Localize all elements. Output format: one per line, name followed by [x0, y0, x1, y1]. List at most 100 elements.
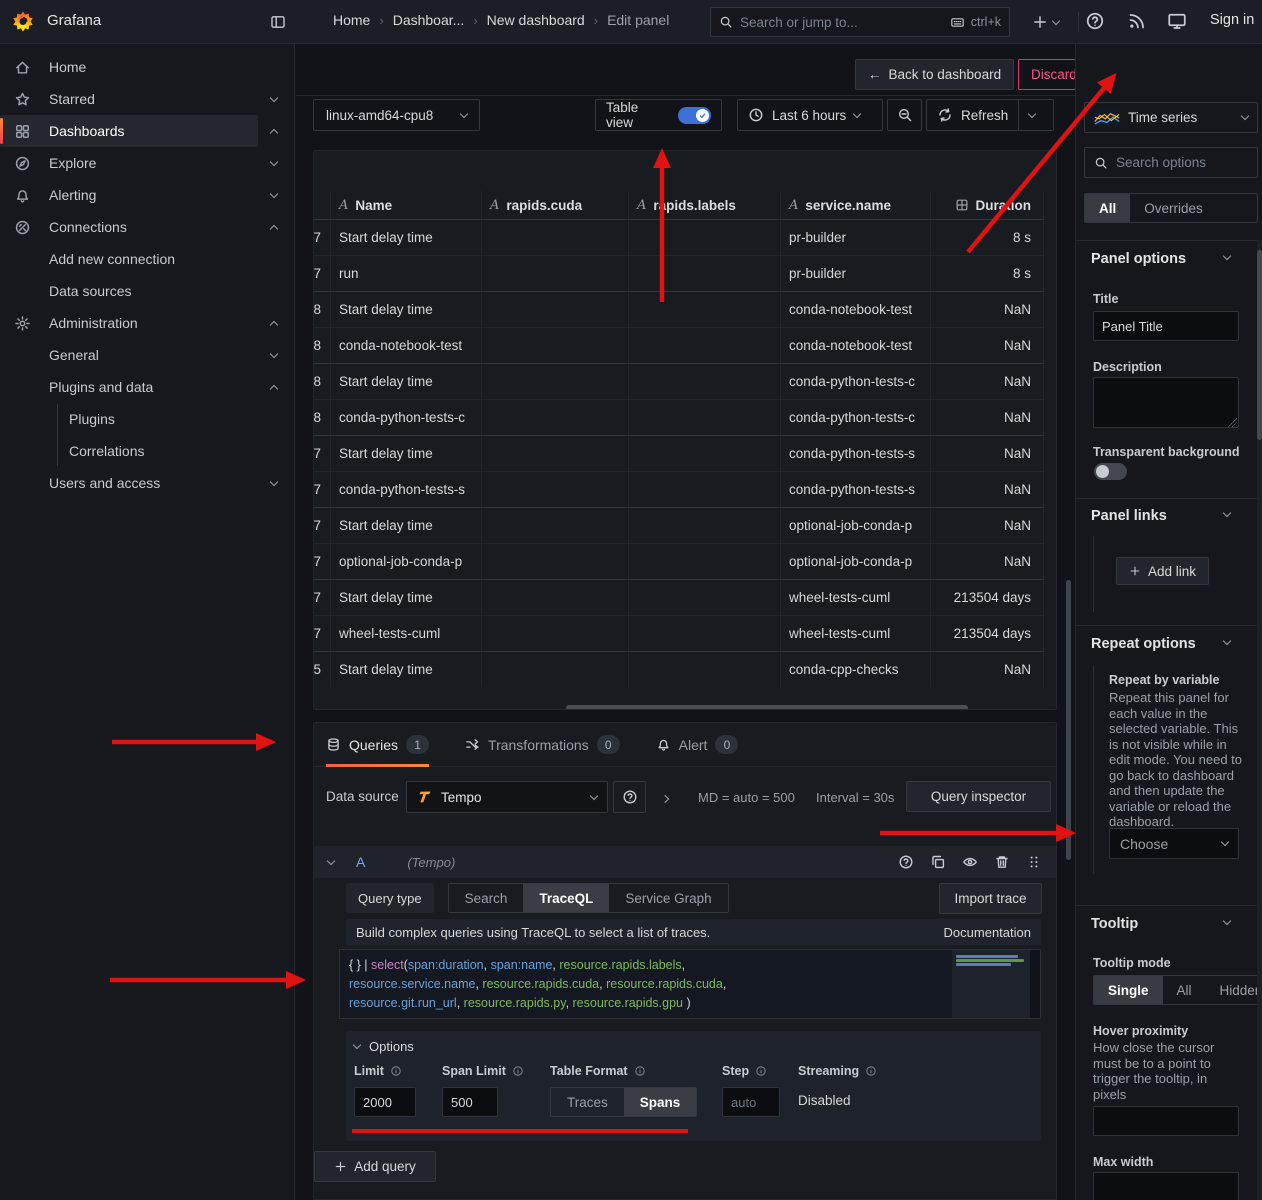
documentation-link[interactable]: Documentation	[944, 925, 1031, 940]
sign-in-button[interactable]: Sign in	[1210, 12, 1254, 28]
refresh-button[interactable]: Refresh	[926, 99, 1054, 131]
tab-transformations[interactable]: Transformations0	[465, 723, 620, 767]
query-options-collapse[interactable]: Options	[354, 1039, 414, 1054]
datasource-help-button[interactable]	[613, 781, 646, 813]
import-trace-button[interactable]: Import trace	[939, 883, 1042, 914]
main-scrollbar-thumb[interactable]	[1066, 580, 1071, 860]
sidebar-item-explore[interactable]: Explore	[0, 147, 295, 179]
section-repeat-options[interactable]: Repeat options	[1091, 636, 1196, 652]
section-tooltip[interactable]: Tooltip	[1091, 916, 1138, 932]
drag-handle-icon[interactable]	[1026, 854, 1042, 870]
chevron-up-icon	[270, 128, 278, 136]
transparent-background-toggle[interactable]	[1094, 463, 1127, 480]
sidebar-item-connections[interactable]: Connections	[0, 211, 295, 243]
sidebar-item-users-and-access[interactable]: Users and access	[0, 467, 295, 499]
duplicate-query-icon[interactable]	[930, 854, 946, 870]
table-header-rapids-labels[interactable]: Arapids.labels	[629, 191, 781, 219]
sidebar-item-label: Correlations	[69, 443, 144, 459]
time-range-picker[interactable]: Last 6 hours	[737, 99, 883, 131]
sidebar-item-correlations[interactable]: Correlations	[0, 435, 295, 467]
repeat-variable-select[interactable]: Choose	[1109, 828, 1239, 859]
home-icon	[14, 59, 31, 76]
table-view-toggle[interactable]: Table view	[595, 99, 722, 131]
tooltip-mode-single[interactable]: Single	[1094, 976, 1163, 1004]
segment-traces[interactable]: Traces	[551, 1088, 624, 1116]
template-variable-dropdown[interactable]: linux-amd64-cpu8	[313, 99, 480, 131]
table-horizontal-scrollbar[interactable]	[566, 705, 968, 710]
refresh-interval-chevron[interactable]	[1018, 100, 1045, 130]
repeat-description: Repeat this panel for each value in the …	[1109, 690, 1242, 830]
info-icon	[390, 1065, 402, 1077]
breadcrumb-item-dashboar[interactable]: Dashboar...	[393, 12, 465, 28]
grafana-logo-icon[interactable]	[11, 10, 35, 34]
table-view-switch[interactable]	[678, 107, 711, 124]
sidebar-collapse-icon[interactable]	[266, 10, 290, 34]
search-options-input[interactable]: Search options	[1084, 147, 1258, 178]
add-query-button[interactable]: Add query	[314, 1151, 436, 1182]
query-type-search[interactable]: Search	[449, 884, 524, 912]
tab-alert[interactable]: Alert0	[656, 723, 739, 767]
hover-proximity-input[interactable]	[1093, 1106, 1239, 1136]
query-type-traceql[interactable]: TraceQL	[523, 884, 609, 912]
sidebar-item-starred[interactable]: Starred	[0, 83, 295, 115]
sidebar-item-plugins-and-data[interactable]: Plugins and data	[0, 371, 295, 403]
section-panel-options[interactable]: Panel options	[1091, 251, 1186, 267]
collapse-stats-chevron[interactable]	[662, 789, 668, 805]
resize-grip-icon[interactable]	[1228, 418, 1237, 427]
query-inspector-button[interactable]: Query inspector	[906, 781, 1051, 812]
query-help-icon[interactable]	[898, 854, 914, 870]
tooltip-mode-hidden[interactable]: Hidden	[1206, 976, 1262, 1004]
datasource-select[interactable]: Tempo	[406, 781, 608, 813]
sidebar-item-administration[interactable]: Administration	[0, 307, 295, 339]
back-to-dashboard-button[interactable]: ← Back to dashboard	[855, 59, 1014, 90]
query-type-service-graph[interactable]: Service Graph	[609, 884, 727, 912]
chevron-down-icon	[1223, 637, 1231, 645]
collapse-query-chevron[interactable]	[327, 856, 335, 864]
filter-tab-all[interactable]: All	[1085, 194, 1130, 222]
visualization-picker[interactable]: Time series	[1084, 102, 1258, 133]
breadcrumb-item-home[interactable]: Home	[333, 12, 370, 28]
option-input-step[interactable]	[722, 1087, 780, 1117]
segment-spans[interactable]: Spans	[624, 1088, 697, 1116]
section-panel-links[interactable]: Panel links	[1091, 508, 1167, 524]
tooltip-mode-all[interactable]: All	[1163, 976, 1206, 1004]
cell-name: Start delay time	[331, 363, 482, 399]
filter-tab-overrides[interactable]: Overrides	[1130, 194, 1217, 222]
sidebar-item-alerting[interactable]: Alerting	[0, 179, 295, 211]
traceql-code-editor[interactable]: { } | select(span:duration, span:name, r…	[339, 949, 1041, 1019]
options-scrollbar-thumb[interactable]	[1257, 250, 1262, 440]
screen-icon[interactable]	[1167, 11, 1187, 31]
panel-title-input[interactable]	[1093, 311, 1239, 341]
sidebar-item-home[interactable]: Home	[0, 51, 295, 83]
news-icon[interactable]	[1127, 11, 1147, 31]
sidebar-item-dashboards[interactable]: Dashboards	[0, 115, 258, 147]
sidebar-item-general[interactable]: General	[0, 339, 295, 371]
sidebar-item-data-sources[interactable]: Data sources	[0, 275, 295, 307]
transparent-background-label: Transparent background	[1093, 445, 1240, 459]
help-icon[interactable]	[1085, 11, 1105, 31]
panel-description-textarea[interactable]	[1093, 377, 1239, 428]
zoom-out-time-button[interactable]	[887, 99, 922, 131]
chevron-down-icon	[270, 349, 278, 357]
sidebar-item-plugins[interactable]: Plugins	[0, 403, 295, 435]
search-input[interactable]: Search or jump to... ctrl+k	[710, 7, 1010, 37]
sidebar-item-add-new-connection[interactable]: Add new connection	[0, 243, 295, 275]
table-header-name[interactable]: AName	[331, 191, 482, 219]
cell-service: conda-python-tests-s	[781, 435, 931, 471]
option-input-limit[interactable]	[354, 1087, 416, 1117]
query-row-header[interactable]: A (Tempo)	[314, 846, 1056, 878]
option-input-span-limit[interactable]	[442, 1087, 498, 1117]
disable-query-icon[interactable]	[962, 854, 978, 870]
table-header-service-name[interactable]: Aservice.name	[781, 191, 931, 219]
new-menu-button[interactable]	[1032, 8, 1059, 36]
chevron-down-icon	[1223, 509, 1231, 517]
max-width-input[interactable]	[1093, 1172, 1239, 1200]
breadcrumb-item-new-dashboard[interactable]: New dashboard	[487, 12, 585, 28]
tab-queries[interactable]: Queries1	[326, 723, 429, 767]
query-type-label: Query type	[346, 883, 434, 913]
delete-query-icon[interactable]	[994, 854, 1010, 870]
table-header-duration[interactable]: Duration	[931, 191, 1044, 219]
gear-icon	[14, 315, 31, 332]
table-header-rapids-cuda[interactable]: Arapids.cuda	[482, 191, 629, 219]
add-link-button[interactable]: Add link	[1116, 557, 1209, 585]
